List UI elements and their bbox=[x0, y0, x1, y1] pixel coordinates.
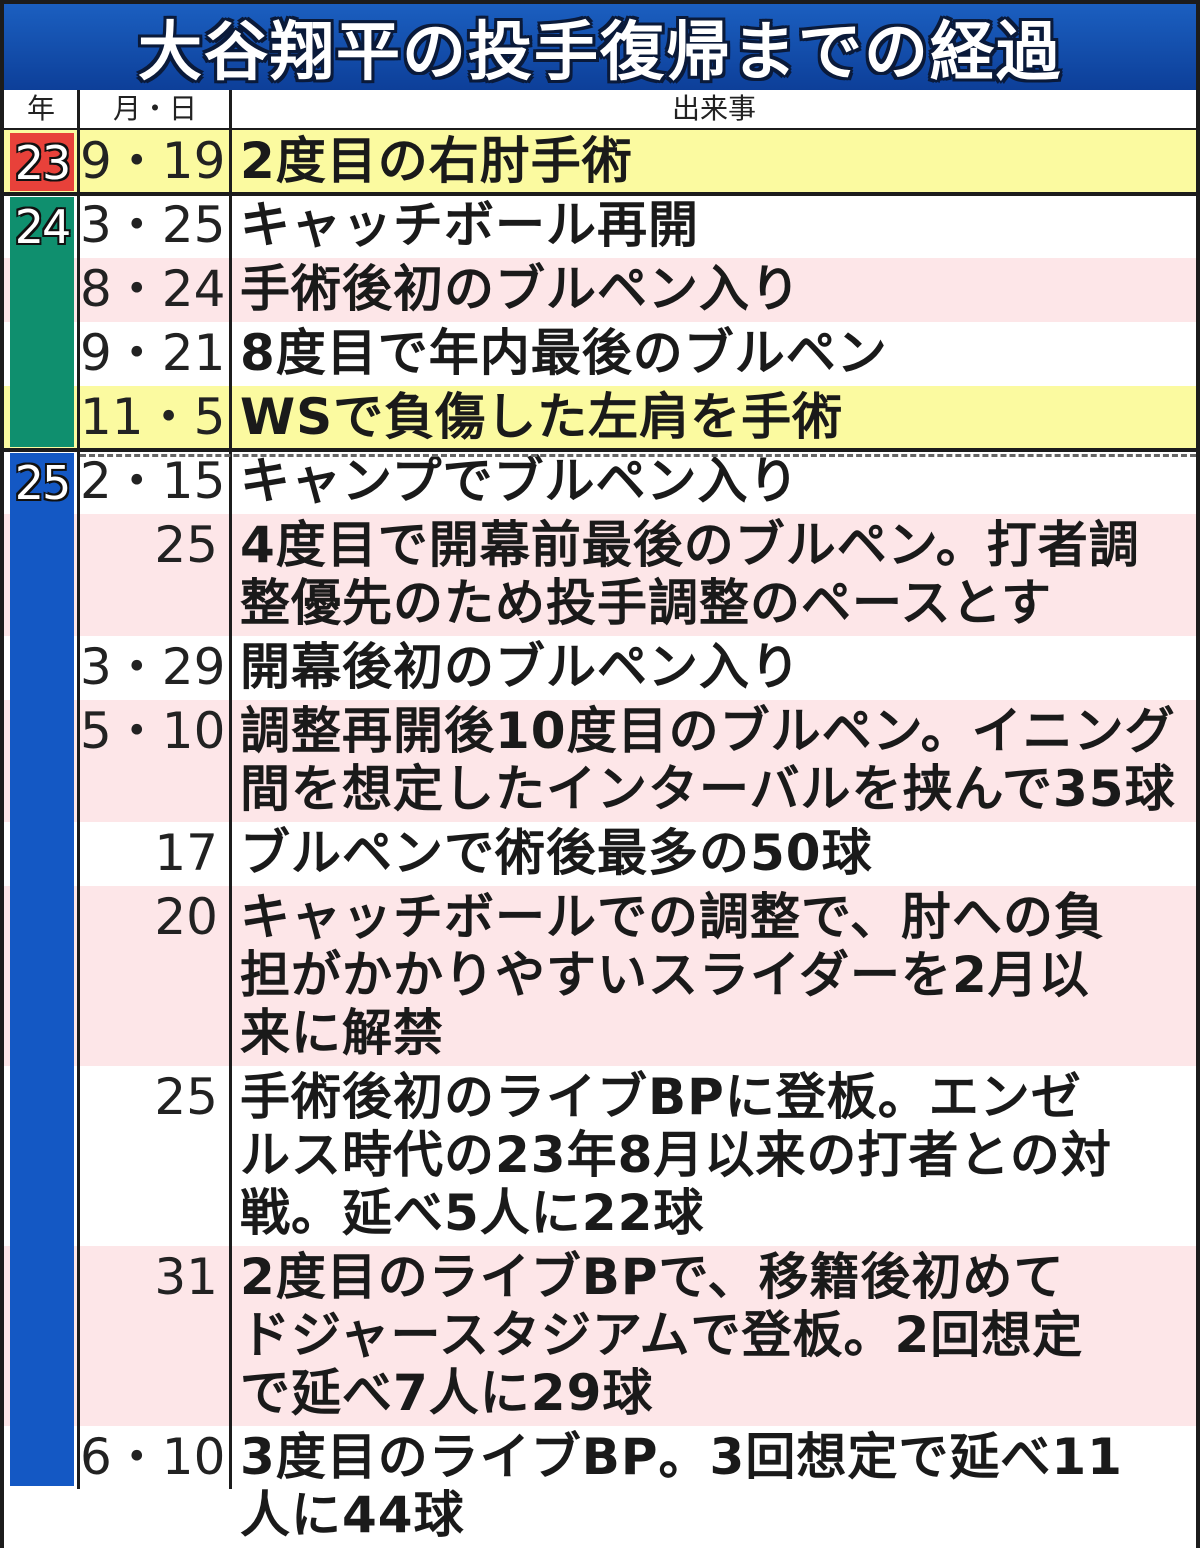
row-event: 調整再開後10度目のブルペン。イニング 間を想定したインターバルを挟んで35球 bbox=[240, 702, 1176, 818]
header-date: 月・日 bbox=[112, 92, 197, 125]
row-event: WSで負傷した左肩を手術 bbox=[240, 388, 844, 446]
table-row: 9・19 2度目の右肘手術 bbox=[4, 130, 1196, 194]
row-event: 手術後初のライブBPに登板。エンゼ ルス時代の23年8月以来の打者との対 戦。延… bbox=[240, 1068, 1112, 1242]
table-row: 20 キャッチボールでの調整で、肘への負 担がかかりやすいスライダーを2月以 来に… bbox=[4, 886, 1196, 1066]
table-row: 17 ブルペンで術後最多の50球 bbox=[4, 822, 1196, 886]
row-event: 手術後初のブルペン入り bbox=[240, 260, 801, 318]
row-date: 3・29 bbox=[80, 638, 226, 696]
year-label: 23 bbox=[14, 136, 72, 190]
year-label: 25 bbox=[14, 456, 72, 510]
row-date: 6・10 bbox=[80, 1428, 226, 1486]
row-date: 25 bbox=[154, 1068, 218, 1126]
year-badge: 23 bbox=[10, 133, 74, 191]
table-row: 31 2度目のライブBPで、移籍後初めて ドジャースタジアムで登板。2回想定 で延… bbox=[4, 1246, 1196, 1426]
year-divider-dashed bbox=[80, 454, 1196, 457]
row-date: 20 bbox=[154, 888, 218, 946]
table-row: 25 4度目で開幕前最後のブルペン。打者調 整優先のため投手調整のペースとす bbox=[4, 514, 1196, 636]
row-event: 開幕後初のブルペン入り bbox=[240, 638, 801, 696]
year-badge: 25 bbox=[10, 453, 74, 1486]
row-date: 9・19 bbox=[80, 132, 226, 190]
row-event: 2度目のライブBPで、移籍後初めて ドジャースタジアムで登板。2回想定 で延べ7… bbox=[240, 1248, 1084, 1422]
timeline-table: 大谷翔平の投手復帰までの経過 年 月・日 出来事 9・19 2度目の右肘手術 3・2… bbox=[4, 4, 1196, 1548]
row-event: 2度目の右肘手術 bbox=[240, 132, 633, 190]
row-event: ブルペンで術後最多の50球 bbox=[240, 824, 873, 882]
header-row: 年 月・日 出来事 bbox=[4, 90, 1196, 132]
header-year: 年 bbox=[26, 92, 55, 125]
row-event: キャッチボールでの調整で、肘への負 担がかかりやすいスライダーを2月以 来に解禁 bbox=[240, 888, 1105, 1062]
row-event: 8度目で年内最後のブルペン bbox=[240, 324, 888, 382]
row-date: 2・15 bbox=[80, 452, 226, 510]
table-row: 5・10 調整再開後10度目のブルペン。イニング 間を想定したインターバルを挟んで… bbox=[4, 700, 1196, 822]
table-row: 6・10 3度目のライブBP。3回想定で延べ11 人に44球 bbox=[4, 1426, 1196, 1548]
row-date: 9・21 bbox=[80, 324, 226, 382]
row-event: キャンプでブルペン入り bbox=[240, 452, 800, 510]
row-date: 8・24 bbox=[80, 260, 226, 318]
table-row: 8・24 手術後初のブルペン入り bbox=[4, 258, 1196, 322]
row-date: 5・10 bbox=[80, 702, 226, 760]
page-title: 大谷翔平の投手復帰までの経過 bbox=[138, 16, 1062, 90]
row-event: 3度目のライブBP。3回想定で延べ11 人に44球 bbox=[240, 1428, 1123, 1544]
group-separator bbox=[4, 192, 1196, 196]
table-row: 25 手術後初のライブBPに登板。エンゼ ルス時代の23年8月以来の打者との対 戦… bbox=[4, 1066, 1196, 1246]
table-row: 2・15 キャンプでブルペン入り bbox=[4, 450, 1196, 514]
row-date: 17 bbox=[154, 824, 218, 882]
row-event: 4度目で開幕前最後のブルペン。打者調 整優先のため投手調整のペースとす bbox=[240, 516, 1140, 632]
row-date: 11・5 bbox=[80, 388, 226, 446]
year-label: 24 bbox=[14, 200, 72, 254]
table-row: 9・21 8度目で年内最後のブルペン bbox=[4, 322, 1196, 386]
divider-year bbox=[77, 90, 80, 1489]
row-date: 31 bbox=[154, 1248, 218, 1306]
header-event: 出来事 bbox=[671, 92, 756, 125]
row-date: 25 bbox=[154, 516, 218, 574]
table-row: 3・25 キャッチボール再開 bbox=[4, 194, 1196, 258]
group-separator bbox=[4, 448, 1196, 452]
table-row: 3・29 開幕後初のブルペン入り bbox=[4, 636, 1196, 700]
row-event: キャッチボール再開 bbox=[240, 196, 699, 254]
table-row: 11・5 WSで負傷した左肩を手術 bbox=[4, 386, 1196, 450]
year-badge: 24 bbox=[10, 197, 74, 447]
title-banner: 大谷翔平の投手復帰までの経過 bbox=[4, 4, 1196, 90]
divider-date bbox=[229, 90, 232, 1489]
row-date: 3・25 bbox=[80, 196, 226, 254]
